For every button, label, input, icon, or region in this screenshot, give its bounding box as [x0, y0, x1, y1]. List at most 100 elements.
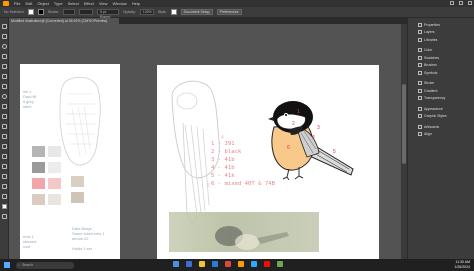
- panel-stroke[interactable]: Stroke: [416, 80, 474, 88]
- swatch-beige-1: [32, 194, 45, 205]
- pen-tool-icon[interactable]: [1, 44, 7, 49]
- curvature-tool-icon[interactable]: [1, 54, 7, 59]
- canvas-area[interactable]: ink 1 Dark fill lt grey steel Dark Beige…: [10, 24, 407, 260]
- menu-select[interactable]: Select: [68, 1, 79, 6]
- tools-panel: [0, 18, 9, 260]
- gradient-icon: [418, 88, 422, 93]
- creative-cloud-icon[interactable]: [264, 261, 270, 267]
- menu-type[interactable]: Type: [54, 1, 63, 6]
- panel-symbols[interactable]: Symbols: [416, 69, 474, 77]
- panel-transparency[interactable]: Transparency: [416, 95, 474, 103]
- shape-builder-tool-icon[interactable]: [1, 164, 7, 169]
- eraser-tool-icon[interactable]: [1, 114, 7, 119]
- photoshop-taskbar-icon[interactable]: [251, 261, 257, 267]
- label-2: 2: [292, 121, 295, 127]
- clock-time: 11:30 AM: [455, 260, 470, 264]
- hand-tool-icon[interactable]: [1, 184, 7, 189]
- scrollbar-thumb[interactable]: [402, 84, 406, 164]
- scale-tool-icon[interactable]: [1, 134, 7, 139]
- reference-note-left: ents 1 sfreaed cost: [23, 234, 37, 249]
- window-controls: [450, 1, 472, 5]
- panel-appearance[interactable]: Appearance: [416, 105, 474, 113]
- opacity-field[interactable]: 100%: [139, 9, 154, 15]
- swatch-light-pink: [48, 178, 61, 189]
- task-view-icon[interactable]: [173, 261, 179, 267]
- windows-start-icon[interactable]: [4, 262, 10, 268]
- widgets-icon[interactable]: [186, 261, 192, 267]
- stroke-swatch[interactable]: [37, 9, 44, 15]
- brush-field[interactable]: 5 pt. Round: [96, 9, 119, 19]
- width-tool-icon[interactable]: [1, 144, 7, 149]
- swatch-grey-3: [32, 162, 45, 173]
- illustrator-window: File Edit Object Type Select Effect View…: [0, 0, 474, 271]
- search-icon: ⌕: [18, 263, 20, 267]
- brush-tool-icon[interactable]: [1, 94, 7, 99]
- free-transform-tool-icon[interactable]: [1, 154, 7, 159]
- libraries-icon: [418, 37, 422, 42]
- menu-help[interactable]: Help: [132, 1, 140, 6]
- line-tool-icon[interactable]: [1, 74, 7, 79]
- document-setup-button[interactable]: Document Setup: [180, 9, 213, 15]
- photo-bird-shape: [215, 226, 289, 250]
- menu-object[interactable]: Object: [37, 1, 49, 6]
- taskbar-search[interactable]: ⌕ Search: [16, 261, 74, 269]
- variable-width-field[interactable]: [78, 9, 93, 15]
- type-tool-icon[interactable]: [1, 64, 7, 69]
- windows-taskbar: ⌕ Search 11:30 AM 1/26/2024: [0, 259, 474, 271]
- panel-properties[interactable]: Properties: [416, 21, 474, 29]
- artboard-reference[interactable]: ink 1 Dark fill lt grey steel Dark Beige…: [20, 64, 120, 260]
- style-swatch[interactable]: [170, 9, 177, 15]
- swatch-grey-1: [32, 146, 45, 157]
- label-6: 6: [287, 145, 290, 151]
- graphic-styles-icon: [418, 114, 422, 119]
- close-icon[interactable]: [468, 1, 472, 5]
- eyedropper-tool-icon[interactable]: [1, 174, 7, 179]
- control-bar: No Selection Stroke: 5 pt. Round Opacity…: [0, 7, 474, 19]
- pencil-tool-icon[interactable]: [1, 104, 7, 109]
- panel-libraries[interactable]: Libraries: [416, 36, 474, 44]
- menu-window[interactable]: Window: [112, 1, 126, 6]
- layers-icon: [418, 30, 422, 35]
- minimize-icon[interactable]: [450, 1, 454, 5]
- search-placeholder: Search: [21, 263, 34, 267]
- menu-file[interactable]: File: [14, 1, 20, 6]
- panel-layers[interactable]: Layers: [416, 29, 474, 37]
- store-icon[interactable]: [225, 261, 231, 267]
- rectangle-tool-icon[interactable]: [1, 84, 7, 89]
- panel-dock: Properties Layers Libraries Color Swatch…: [416, 18, 474, 260]
- maximize-icon[interactable]: [459, 1, 463, 5]
- panel-align[interactable]: Align: [416, 131, 474, 139]
- zoom-tool-icon[interactable]: [1, 194, 7, 199]
- illustrator-taskbar-icon[interactable]: [238, 261, 244, 267]
- brushes-icon: [418, 63, 422, 68]
- swatch-tan-1: [71, 176, 84, 187]
- app-icon[interactable]: [277, 261, 283, 267]
- menu-effect[interactable]: Effect: [84, 1, 94, 6]
- label-4: 4: [312, 135, 315, 141]
- direct-selection-tool-icon[interactable]: [1, 34, 7, 39]
- system-tray-clock[interactable]: 11:30 AM 1/26/2024: [454, 260, 470, 269]
- selection-tool-icon[interactable]: [1, 24, 7, 29]
- fill-swatch[interactable]: [27, 9, 34, 15]
- properties-icon: [418, 22, 422, 27]
- align-icon: [418, 132, 422, 137]
- menu-view[interactable]: View: [99, 1, 108, 6]
- stroke-weight-field[interactable]: [62, 9, 75, 15]
- app-logo-icon: [3, 1, 9, 6]
- panel-brushes[interactable]: Brushes: [416, 62, 474, 70]
- panel-gradient[interactable]: Gradient: [416, 87, 474, 95]
- label-5: 5: [333, 149, 336, 155]
- panel-swatches[interactable]: Swatches: [416, 54, 474, 62]
- appearance-icon: [418, 106, 422, 111]
- transparency-icon: [418, 96, 422, 101]
- file-explorer-icon[interactable]: [199, 261, 205, 267]
- preferences-button[interactable]: Preferences: [216, 9, 242, 15]
- panel-graphic-styles[interactable]: Graphic Styles: [416, 113, 474, 121]
- rotate-tool-icon[interactable]: [1, 124, 7, 129]
- menu-edit[interactable]: Edit: [25, 1, 32, 6]
- panel-artboards[interactable]: Artboards: [416, 123, 474, 131]
- panel-color[interactable]: Color: [416, 47, 474, 55]
- edge-browser-icon[interactable]: [212, 261, 218, 267]
- screen-mode-icon[interactable]: [1, 214, 7, 219]
- fill-stroke-icon[interactable]: [1, 204, 7, 209]
